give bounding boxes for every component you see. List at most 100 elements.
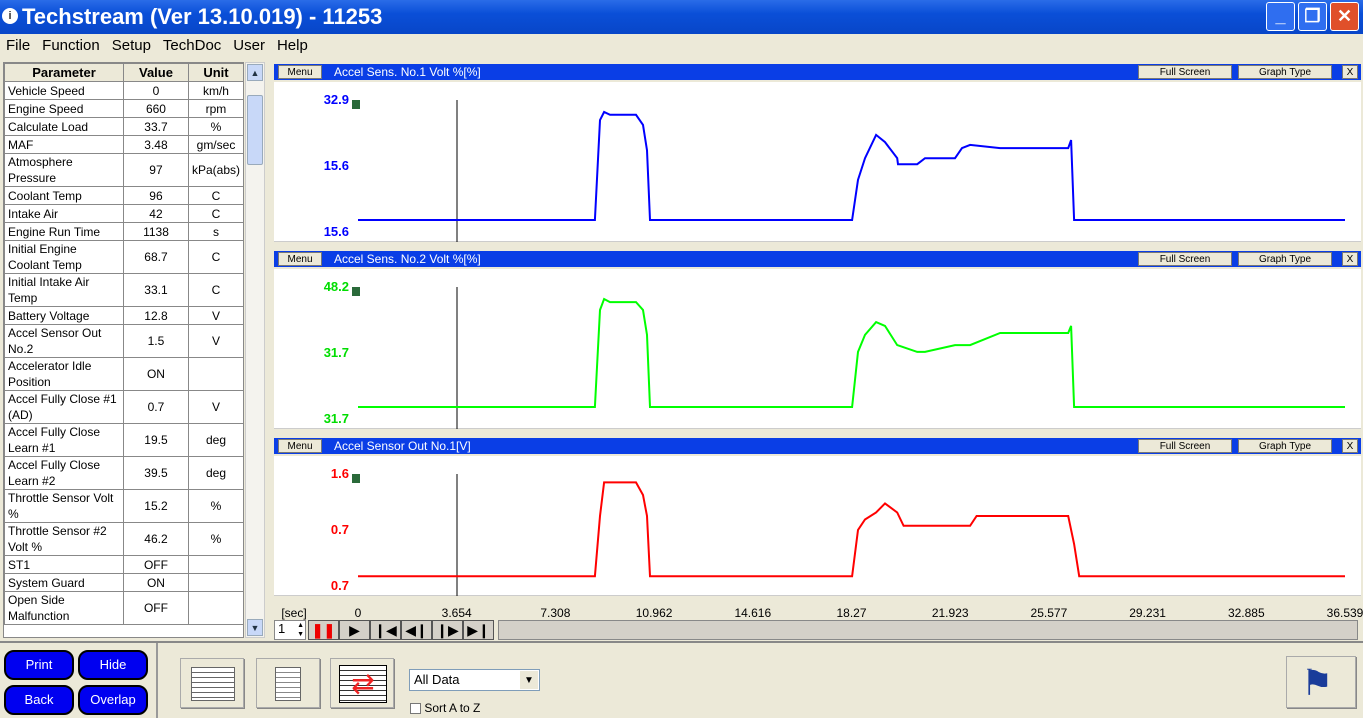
graph-header: Menu Accel Sens. No.1 Volt %[%] Full Scr… [274, 64, 1361, 80]
table-row[interactable]: MAF 3.48 gm/sec [4, 135, 243, 154]
skip-end-icon[interactable]: ▶❙ [463, 620, 494, 640]
table-row[interactable]: Accelerator Idle Position ON [4, 357, 243, 391]
param-value: ON [122, 573, 189, 592]
close-graph-button[interactable]: X [1342, 65, 1358, 79]
graph-plot[interactable]: 48.2 31.7 31.7 [274, 269, 1361, 429]
overlap-button[interactable]: Overlap [78, 685, 148, 715]
time-tick-label: 25.577 [1030, 606, 1068, 620]
menu-help[interactable]: Help [271, 34, 314, 54]
close-graph-button[interactable]: X [1342, 252, 1358, 266]
time-tick-label: 0 [354, 606, 362, 620]
sort-checkbox[interactable]: Sort A to Z [410, 701, 480, 715]
eraser-list-button[interactable] [256, 658, 320, 708]
flag-button[interactable]: ⚑ [1286, 656, 1356, 708]
table-row[interactable]: Accel Fully Close #1 (AD) 0.7 V [4, 390, 243, 424]
graph-menu-button[interactable]: Menu [278, 252, 322, 266]
print-button[interactable]: Print [4, 650, 74, 680]
param-unit: % [187, 522, 243, 556]
param-unit: C [187, 204, 243, 223]
range-marker-icon[interactable] [352, 100, 360, 109]
param-value: 3.48 [122, 135, 189, 154]
timeline-scrollbar[interactable] [498, 620, 1358, 640]
restore-button[interactable]: ❐ [1298, 2, 1327, 31]
back-button[interactable]: Back [4, 685, 74, 715]
table-row[interactable]: Accel Fully Close Learn #1 19.5 deg [4, 423, 243, 457]
table-row[interactable]: Atmosphere Pressure 97 kPa(abs) [4, 153, 243, 187]
table-row[interactable]: Calculate Load 33.7% [4, 117, 243, 136]
table-row[interactable]: Throttle Sensor #2 Volt % 46.2% [4, 522, 243, 556]
table-row[interactable]: Initial Intake Air Temp 33.1 C [4, 273, 243, 307]
swap-list-button[interactable]: ⇄ [330, 658, 394, 708]
close-graph-button[interactable]: X [1342, 439, 1358, 453]
col-parameter[interactable]: Parameter [4, 63, 124, 82]
select-list-button[interactable] [180, 658, 244, 708]
skip-start-icon[interactable]: ❙◀ [370, 620, 401, 640]
range-marker-icon[interactable] [352, 287, 360, 296]
param-name: Accel Fully Close Learn #1 [4, 423, 124, 457]
full-screen-button[interactable]: Full Screen [1138, 65, 1232, 79]
full-screen-button[interactable]: Full Screen [1138, 439, 1232, 453]
menu-file[interactable]: File [0, 34, 36, 54]
checkbox-icon[interactable] [410, 703, 421, 715]
table-row[interactable]: Intake Air 42 C [4, 204, 243, 223]
table-row[interactable]: Battery Voltage 12.8 V [4, 306, 243, 325]
pause-icon[interactable]: ❚❚ [308, 620, 339, 640]
scroll-thumb[interactable] [247, 95, 263, 165]
graph-menu-button[interactable]: Menu [278, 439, 322, 453]
graph-type-button[interactable]: Graph Type [1238, 439, 1332, 453]
table-row[interactable]: System Guard ON [4, 573, 243, 592]
param-unit: rpm [187, 99, 243, 118]
close-button[interactable]: ✕ [1330, 2, 1359, 31]
graph-type-button[interactable]: Graph Type [1238, 65, 1332, 79]
table-row[interactable]: Vehicle Speed 0 km/h [4, 81, 243, 100]
speed-value: 1 [278, 621, 286, 636]
step-forward-icon[interactable]: ❙▶ [432, 620, 463, 640]
col-value[interactable]: Value [122, 63, 189, 82]
table-row[interactable]: Throttle Sensor Volt % 15.2% [4, 489, 243, 523]
table-row[interactable]: Initial Engine Coolant Temp 68.7 C [4, 240, 243, 274]
speed-stepper[interactable]: 1 ▲ ▼ [274, 620, 306, 640]
param-value: 19.5 [122, 423, 189, 457]
param-name: System Guard [4, 573, 124, 592]
table-row[interactable]: Accel Sensor Out No.2 1.5 V [4, 324, 243, 358]
table-row[interactable]: ST1 OFF [4, 555, 243, 574]
param-value: 97 [122, 153, 189, 187]
table-row[interactable]: Open Side Malfunction OFF [4, 591, 243, 625]
table-row[interactable]: Engine Speed 660 rpm [4, 99, 243, 118]
full-screen-button[interactable]: Full Screen [1138, 252, 1232, 266]
menu-setup[interactable]: Setup [106, 34, 157, 54]
chevron-down-icon[interactable]: ▼ [520, 671, 538, 689]
graph-svg [352, 287, 1345, 429]
graph-svg [352, 100, 1345, 242]
table-row[interactable]: Engine Run Time 1138 s [4, 222, 243, 241]
data-list: Parameter Value Unit Vehicle Speed 0 km/h E… [3, 62, 244, 638]
scroll-up-icon[interactable]: ▲ [247, 64, 263, 81]
table-row[interactable]: Accel Fully Close Learn #2 39.5 deg [4, 456, 243, 490]
range-marker-icon[interactable] [352, 474, 360, 483]
param-value: 39.5 [122, 456, 189, 490]
step-back-icon[interactable]: ◀❙ [401, 620, 432, 640]
vertical-scrollbar[interactable]: ▲ ▼ [245, 62, 265, 638]
scroll-down-icon[interactable]: ▼ [247, 619, 263, 636]
minimize-button[interactable]: _ [1266, 2, 1295, 31]
hide-button[interactable]: Hide [78, 650, 148, 680]
menu-function[interactable]: Function [36, 34, 106, 54]
play-icon[interactable]: ▶ [339, 620, 370, 640]
graph-plot[interactable]: 1.6 0.7 0.7 [274, 456, 1361, 596]
graph-panel: Menu Accel Sens. No.1 Volt %[%] Full Scr… [274, 64, 1361, 242]
graph-menu-button[interactable]: Menu [278, 65, 322, 79]
graph-type-button[interactable]: Graph Type [1238, 252, 1332, 266]
graph-panel: Menu Accel Sens. No.2 Volt %[%] Full Scr… [274, 251, 1361, 429]
param-value: 33.1 [122, 273, 189, 307]
param-name: Throttle Sensor Volt % [4, 489, 124, 523]
menu-user[interactable]: User [227, 34, 271, 54]
data-filter-dropdown[interactable]: All Data ▼ [409, 669, 540, 691]
graph-plot[interactable]: 32.9 15.6 15.6 [274, 82, 1361, 242]
param-unit [187, 555, 243, 574]
sort-label: Sort A to Z [424, 701, 481, 715]
param-name: Initial Intake Air Temp [4, 273, 124, 307]
param-name: Accel Sensor Out No.2 [4, 324, 124, 358]
col-unit[interactable]: Unit [187, 63, 243, 82]
menu-techdoc[interactable]: TechDoc [157, 34, 227, 54]
table-row[interactable]: Coolant Temp 96 C [4, 186, 243, 205]
